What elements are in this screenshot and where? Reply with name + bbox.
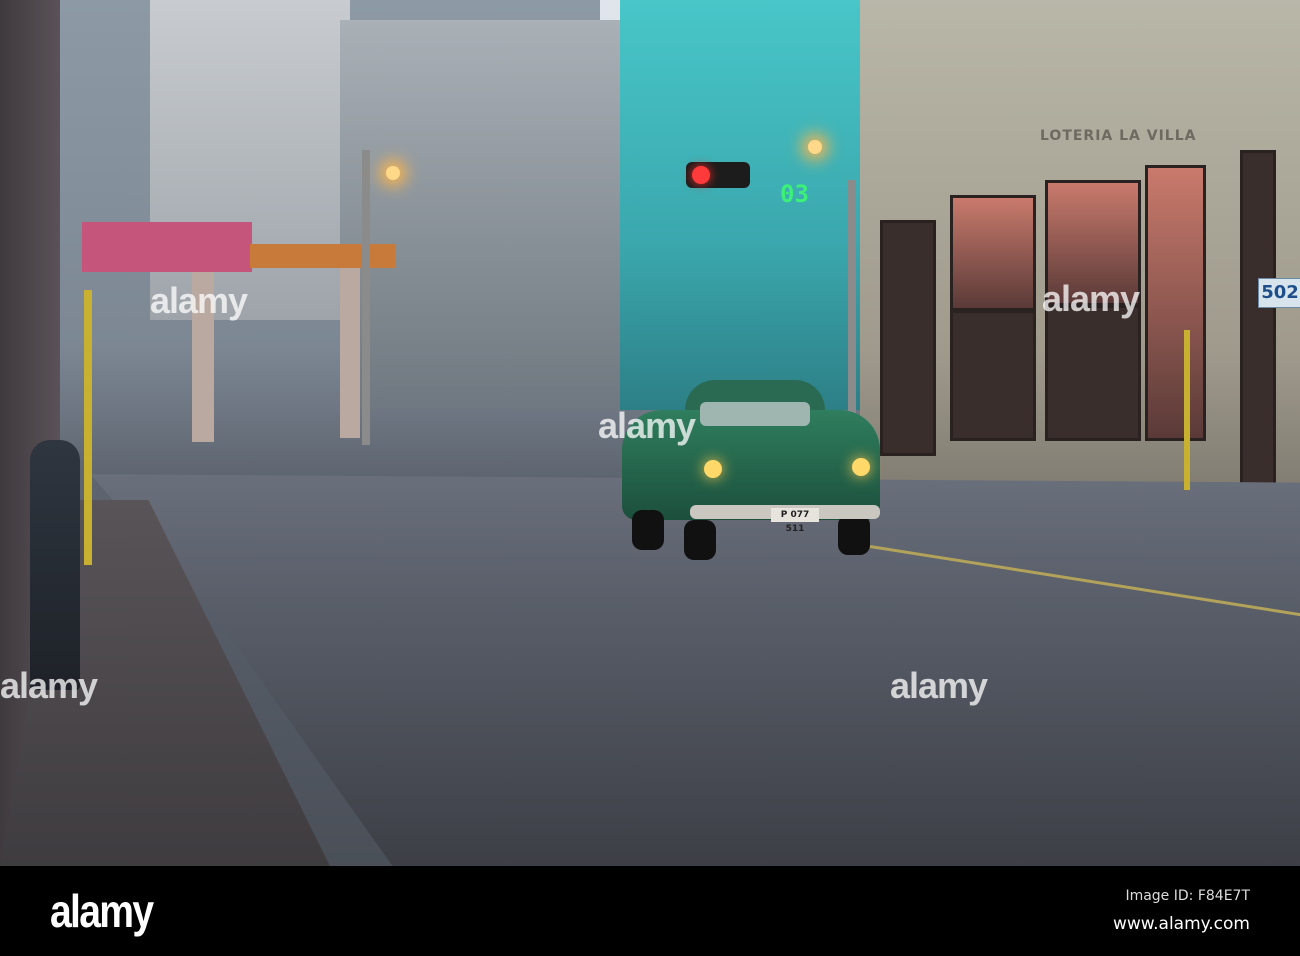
countdown-display: 03 <box>780 180 809 208</box>
image-id: Image ID: F84E7T <box>1125 888 1250 904</box>
gate-sign <box>82 222 252 272</box>
street-lamp-pole <box>362 150 370 445</box>
car-headlight <box>704 460 722 478</box>
street-photo: LOTERIA LA VILLA 502 03 P 077 511 alamy … <box>0 0 1300 866</box>
seated-man <box>30 440 80 690</box>
site-url: www.alamy.com <box>1112 914 1250 934</box>
alamy-logo: alamy <box>50 885 154 937</box>
car-wheel <box>684 520 716 560</box>
watermark: alamy <box>150 280 248 321</box>
car-headlight <box>852 458 870 476</box>
traffic-light-pole <box>848 180 856 450</box>
red-arrow-light <box>692 166 710 184</box>
car-windshield <box>700 402 810 426</box>
car-wheel <box>632 510 664 550</box>
watermark: alamy <box>598 405 696 446</box>
sign-pole <box>84 290 92 565</box>
car-wheel <box>838 515 870 555</box>
watermark: alamy <box>1042 278 1140 319</box>
street-lamp <box>808 140 822 154</box>
footer-bar: alamy Image ID: F84E7T www.alamy.com <box>0 866 1300 956</box>
teal-building <box>620 0 870 410</box>
watermark: alamy <box>890 665 988 706</box>
license-plate: P 077 511 <box>771 508 819 534</box>
watermark: alamy <box>0 665 98 706</box>
street-lamp <box>386 166 400 180</box>
window <box>1145 165 1206 441</box>
grey-building <box>340 20 630 410</box>
window <box>950 310 1036 441</box>
window <box>1045 305 1141 441</box>
shop-sign: LOTERIA LA VILLA <box>1040 128 1197 144</box>
sign-pole <box>1184 330 1190 490</box>
gate-beam <box>250 244 395 268</box>
house-number-sign: 502 <box>1258 278 1300 308</box>
gate-column <box>340 268 360 438</box>
window <box>950 195 1036 311</box>
door <box>1240 150 1276 496</box>
door <box>880 220 936 456</box>
white-building <box>150 0 350 320</box>
right-building <box>860 0 1300 500</box>
